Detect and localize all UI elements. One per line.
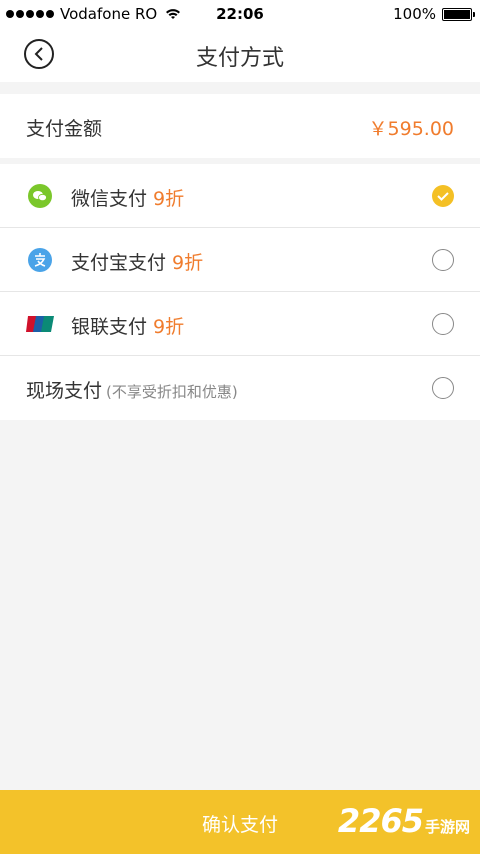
wechat-pay-icon	[28, 184, 52, 208]
payment-method-unionpay[interactable]: 银联支付 9折	[0, 292, 480, 356]
payment-methods-list: 微信支付 9折 支付宝支付 9折 银联支付 9折 现场支付 (不享受折扣和优惠)	[0, 164, 480, 420]
confirm-payment-button[interactable]: 确认支付 2265 手游网	[0, 790, 480, 854]
payment-method-wechat[interactable]: 微信支付 9折	[0, 164, 480, 228]
unionpay-icon	[26, 316, 54, 332]
page-title: 支付方式	[195, 46, 284, 71]
checkmark-icon	[437, 192, 449, 201]
watermark-text: 手游网	[424, 818, 470, 836]
radio-selected[interactable]	[432, 185, 454, 207]
radio-unselected[interactable]	[432, 377, 454, 399]
method-label: 支付宝支付 9折	[71, 252, 204, 274]
amount-label: 支付金额	[26, 118, 103, 140]
method-label: 现场支付 (不享受折扣和优惠)	[26, 380, 238, 402]
battery-percent: 100%	[393, 5, 436, 23]
amount-value: ￥595.00	[368, 118, 454, 140]
status-right: 100%	[393, 5, 475, 23]
watermark-number: 2265	[337, 802, 424, 840]
discount-badge: 9折	[153, 188, 185, 210]
payment-method-alipay[interactable]: 支付宝支付 9折	[0, 228, 480, 292]
discount-badge: 9折	[172, 252, 204, 274]
payment-method-onsite[interactable]: 现场支付 (不享受折扣和优惠)	[0, 356, 480, 420]
radio-unselected[interactable]	[432, 249, 454, 271]
status-bar: Vodafone RO 22:06 100%	[0, 0, 480, 28]
battery-icon	[442, 7, 475, 21]
method-label: 银联支付 9折	[71, 316, 185, 338]
discount-badge: 9折	[153, 316, 185, 338]
method-note: (不享受折扣和优惠)	[106, 383, 238, 401]
nav-bar: 支付方式	[0, 28, 480, 82]
radio-unselected[interactable]	[432, 313, 454, 335]
watermark-logo: 2265 手游网	[338, 802, 470, 840]
method-label: 微信支付 9折	[71, 188, 185, 210]
amount-row: 支付金额 ￥595.00	[0, 94, 480, 158]
alipay-icon	[28, 248, 52, 272]
